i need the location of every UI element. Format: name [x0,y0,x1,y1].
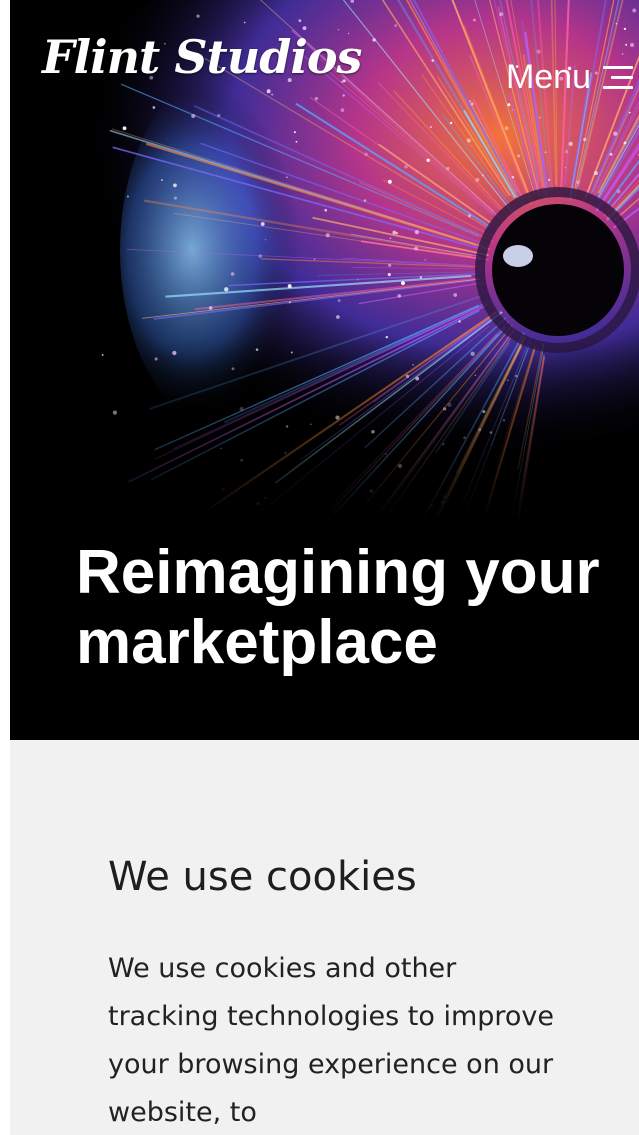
cookie-banner: We use cookies We use cookies and other … [10,740,639,1135]
hero-section: Flint Studios Menu Reimagining your mark… [10,0,639,740]
menu-label: Menu [505,58,591,96]
menu-button[interactable]: Menu [506,58,633,97]
cookie-banner-text: We use cookies and other tracking techno… [108,953,555,1128]
hero-heading: Reimagining your marketplace [76,538,600,677]
hamburger-menu-icon [599,63,633,93]
page: Flint Studios Menu Reimagining your mark… [0,0,639,1135]
brand-logo[interactable]: Flint Studios [42,30,362,84]
cookie-banner-title: We use cookies [108,854,417,900]
